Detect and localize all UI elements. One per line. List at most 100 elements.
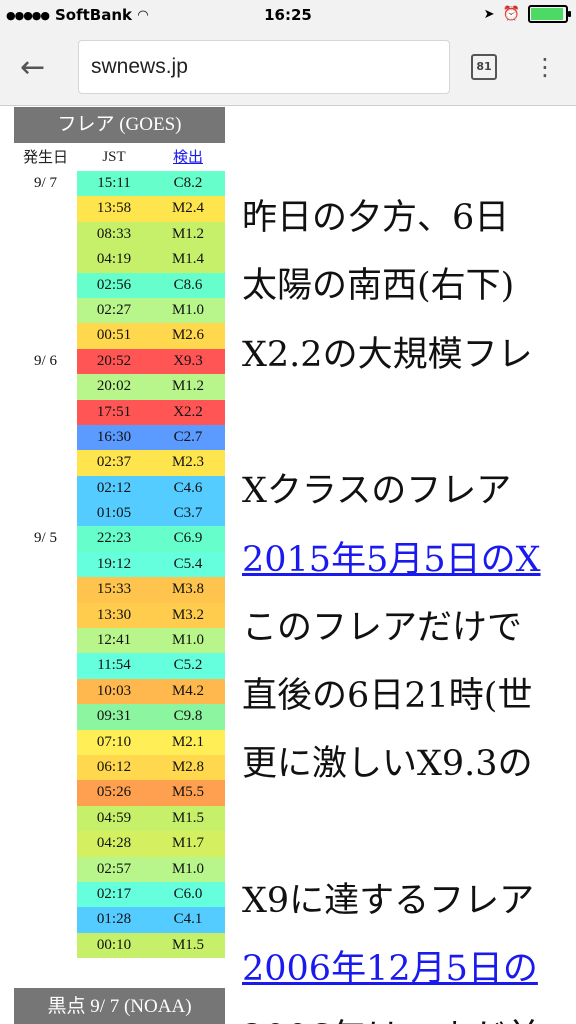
- flare-row: 15:33 M3.8: [14, 577, 225, 603]
- flare-row: 17:51 X2.2: [14, 399, 225, 425]
- flare-row: 00:51 M2.6: [14, 323, 225, 349]
- flare-time: 19:12: [77, 551, 151, 578]
- flare-time: 02:56: [77, 272, 151, 298]
- flare-date: 9/ 5: [14, 526, 77, 552]
- flare-row: 12:41 M1.0: [14, 628, 225, 654]
- flare-row: 20:02 M1.2: [14, 374, 225, 400]
- flare-time: 15:11: [77, 171, 151, 197]
- flare-class: C5.2: [151, 653, 225, 679]
- flare-class: M2.3: [151, 450, 225, 476]
- more-vert-icon[interactable]: ⋮: [533, 52, 557, 82]
- flare-time: 07:10: [77, 729, 151, 755]
- flare-class: C9.8: [151, 704, 225, 730]
- sunspot-footer[interactable]: 黒点 9/ 7 (NOAA): [14, 988, 225, 1024]
- flare-time: 16:30: [77, 424, 151, 451]
- article-body: 昨日の夕方、6日 太陽の南西(右下) X2.2の大規模フレ Xクラスのフレア 2015年…: [242, 107, 576, 1024]
- status-bar: ●●●●● SoftBank ◠ 16:25 ➤ ⏰: [0, 0, 576, 30]
- col-date-header: 発生日: [22, 148, 68, 166]
- flare-date: [14, 754, 77, 781]
- flare-table-body: 9/ 7 15:11 C8.2 13:58 M2.4 08:33 M1.2 04:19 M1.4…: [14, 171, 225, 959]
- flare-date: [14, 805, 77, 832]
- flare-date: [14, 297, 77, 324]
- flare-date: [14, 221, 77, 248]
- flare-time: 04:28: [77, 831, 151, 857]
- address-bar[interactable]: swnews.jp: [78, 40, 450, 94]
- flare-class: M3.8: [151, 577, 225, 603]
- browser-toolbar: ← swnews.jp 81 ⋮: [0, 30, 576, 106]
- flare-date: [14, 729, 77, 755]
- flare-time: 15:33: [77, 577, 151, 603]
- flare-date: [14, 856, 77, 882]
- article-line: 太陽の南西(右下): [242, 266, 515, 307]
- flare-time: 10:03: [77, 678, 151, 705]
- flare-time: 17:51: [77, 399, 151, 425]
- flare-row: 13:58 M2.4: [14, 196, 225, 222]
- article-link[interactable]: 2006年12月5日の: [242, 940, 538, 991]
- flare-class: M1.4: [151, 247, 225, 273]
- flare-table-header: 発生日 JST 検出: [14, 143, 225, 171]
- flare-class: M2.1: [151, 729, 225, 755]
- article-line: 2006年は、まだ前: [242, 1009, 541, 1024]
- flare-row: 02:37 M2.3: [14, 450, 225, 476]
- flare-class: C5.4: [151, 551, 225, 578]
- article-link[interactable]: 2015年5月5日のX: [242, 531, 541, 582]
- flare-date: [14, 780, 77, 806]
- flare-date: 9/ 7: [14, 171, 77, 197]
- flare-class: M1.5: [151, 932, 225, 959]
- flare-class: C8.2: [151, 171, 225, 197]
- flare-row: 04:28 M1.7: [14, 831, 225, 857]
- flare-class: M2.6: [151, 323, 225, 349]
- flare-date: [14, 501, 77, 527]
- url-text[interactable]: swnews.jp: [91, 55, 188, 79]
- flare-class: X2.2: [151, 399, 225, 425]
- flare-row: 01:28 C4.1: [14, 907, 225, 933]
- flare-time: 02:37: [77, 450, 151, 476]
- flare-date: [14, 424, 77, 451]
- flare-date: [14, 704, 77, 730]
- flare-panel-title: フレア (GOES): [14, 107, 225, 143]
- flare-class: C6.9: [151, 526, 225, 552]
- flare-date: 9/ 6: [14, 348, 77, 375]
- flare-time: 13:58: [77, 196, 151, 222]
- flare-time: 02:27: [77, 297, 151, 324]
- flare-time: 02:17: [77, 881, 151, 908]
- flare-time: 01:05: [77, 501, 151, 527]
- flare-date: [14, 399, 77, 425]
- article-line: 昨日の夕方、6日: [242, 198, 510, 238]
- flare-date: [14, 628, 77, 654]
- flare-date: [14, 907, 77, 933]
- flare-row: 10:03 M4.2: [14, 678, 225, 705]
- flare-class: C6.0: [151, 881, 225, 908]
- flare-date: [14, 247, 77, 273]
- location-icon: ➤: [483, 6, 495, 22]
- flare-date: [14, 323, 77, 349]
- flare-time: 20:02: [77, 374, 151, 400]
- flare-row: 11:54 C5.2: [14, 653, 225, 679]
- flare-class: M4.2: [151, 678, 225, 705]
- flare-row: 09:31 C9.8: [14, 704, 225, 730]
- flare-class: M1.5: [151, 805, 225, 832]
- flare-class: X9.3: [151, 348, 225, 375]
- flare-class: M1.2: [151, 221, 225, 248]
- flare-row: 02:17 C6.0: [14, 881, 225, 908]
- flare-row: 13:30 M3.2: [14, 602, 225, 629]
- flare-date: [14, 678, 77, 705]
- flare-panel: フレア (GOES) 発生日 JST 検出 9/ 7 15:11 C8.2 13:58…: [14, 107, 225, 1024]
- flare-time: 11:54: [77, 653, 151, 679]
- flare-date: [14, 450, 77, 476]
- flare-date: [14, 272, 77, 298]
- flare-class: C4.6: [151, 475, 225, 502]
- flare-class: M1.2: [151, 374, 225, 400]
- flare-date: [14, 653, 77, 679]
- alarm-icon: ⏰: [502, 6, 520, 22]
- tab-switcher-button[interactable]: 81: [471, 54, 497, 80]
- flare-date: [14, 932, 77, 959]
- flare-row: 9/ 7 15:11 C8.2: [14, 171, 225, 197]
- arrow-left-icon[interactable]: ←: [20, 50, 60, 86]
- flare-time: 04:59: [77, 805, 151, 832]
- article-line: 直後の6日21時(世: [242, 676, 533, 717]
- flare-class: M1.0: [151, 856, 225, 882]
- flare-date: [14, 881, 77, 908]
- flare-time: 09:31: [77, 704, 151, 730]
- detection-link[interactable]: 検出: [151, 143, 225, 171]
